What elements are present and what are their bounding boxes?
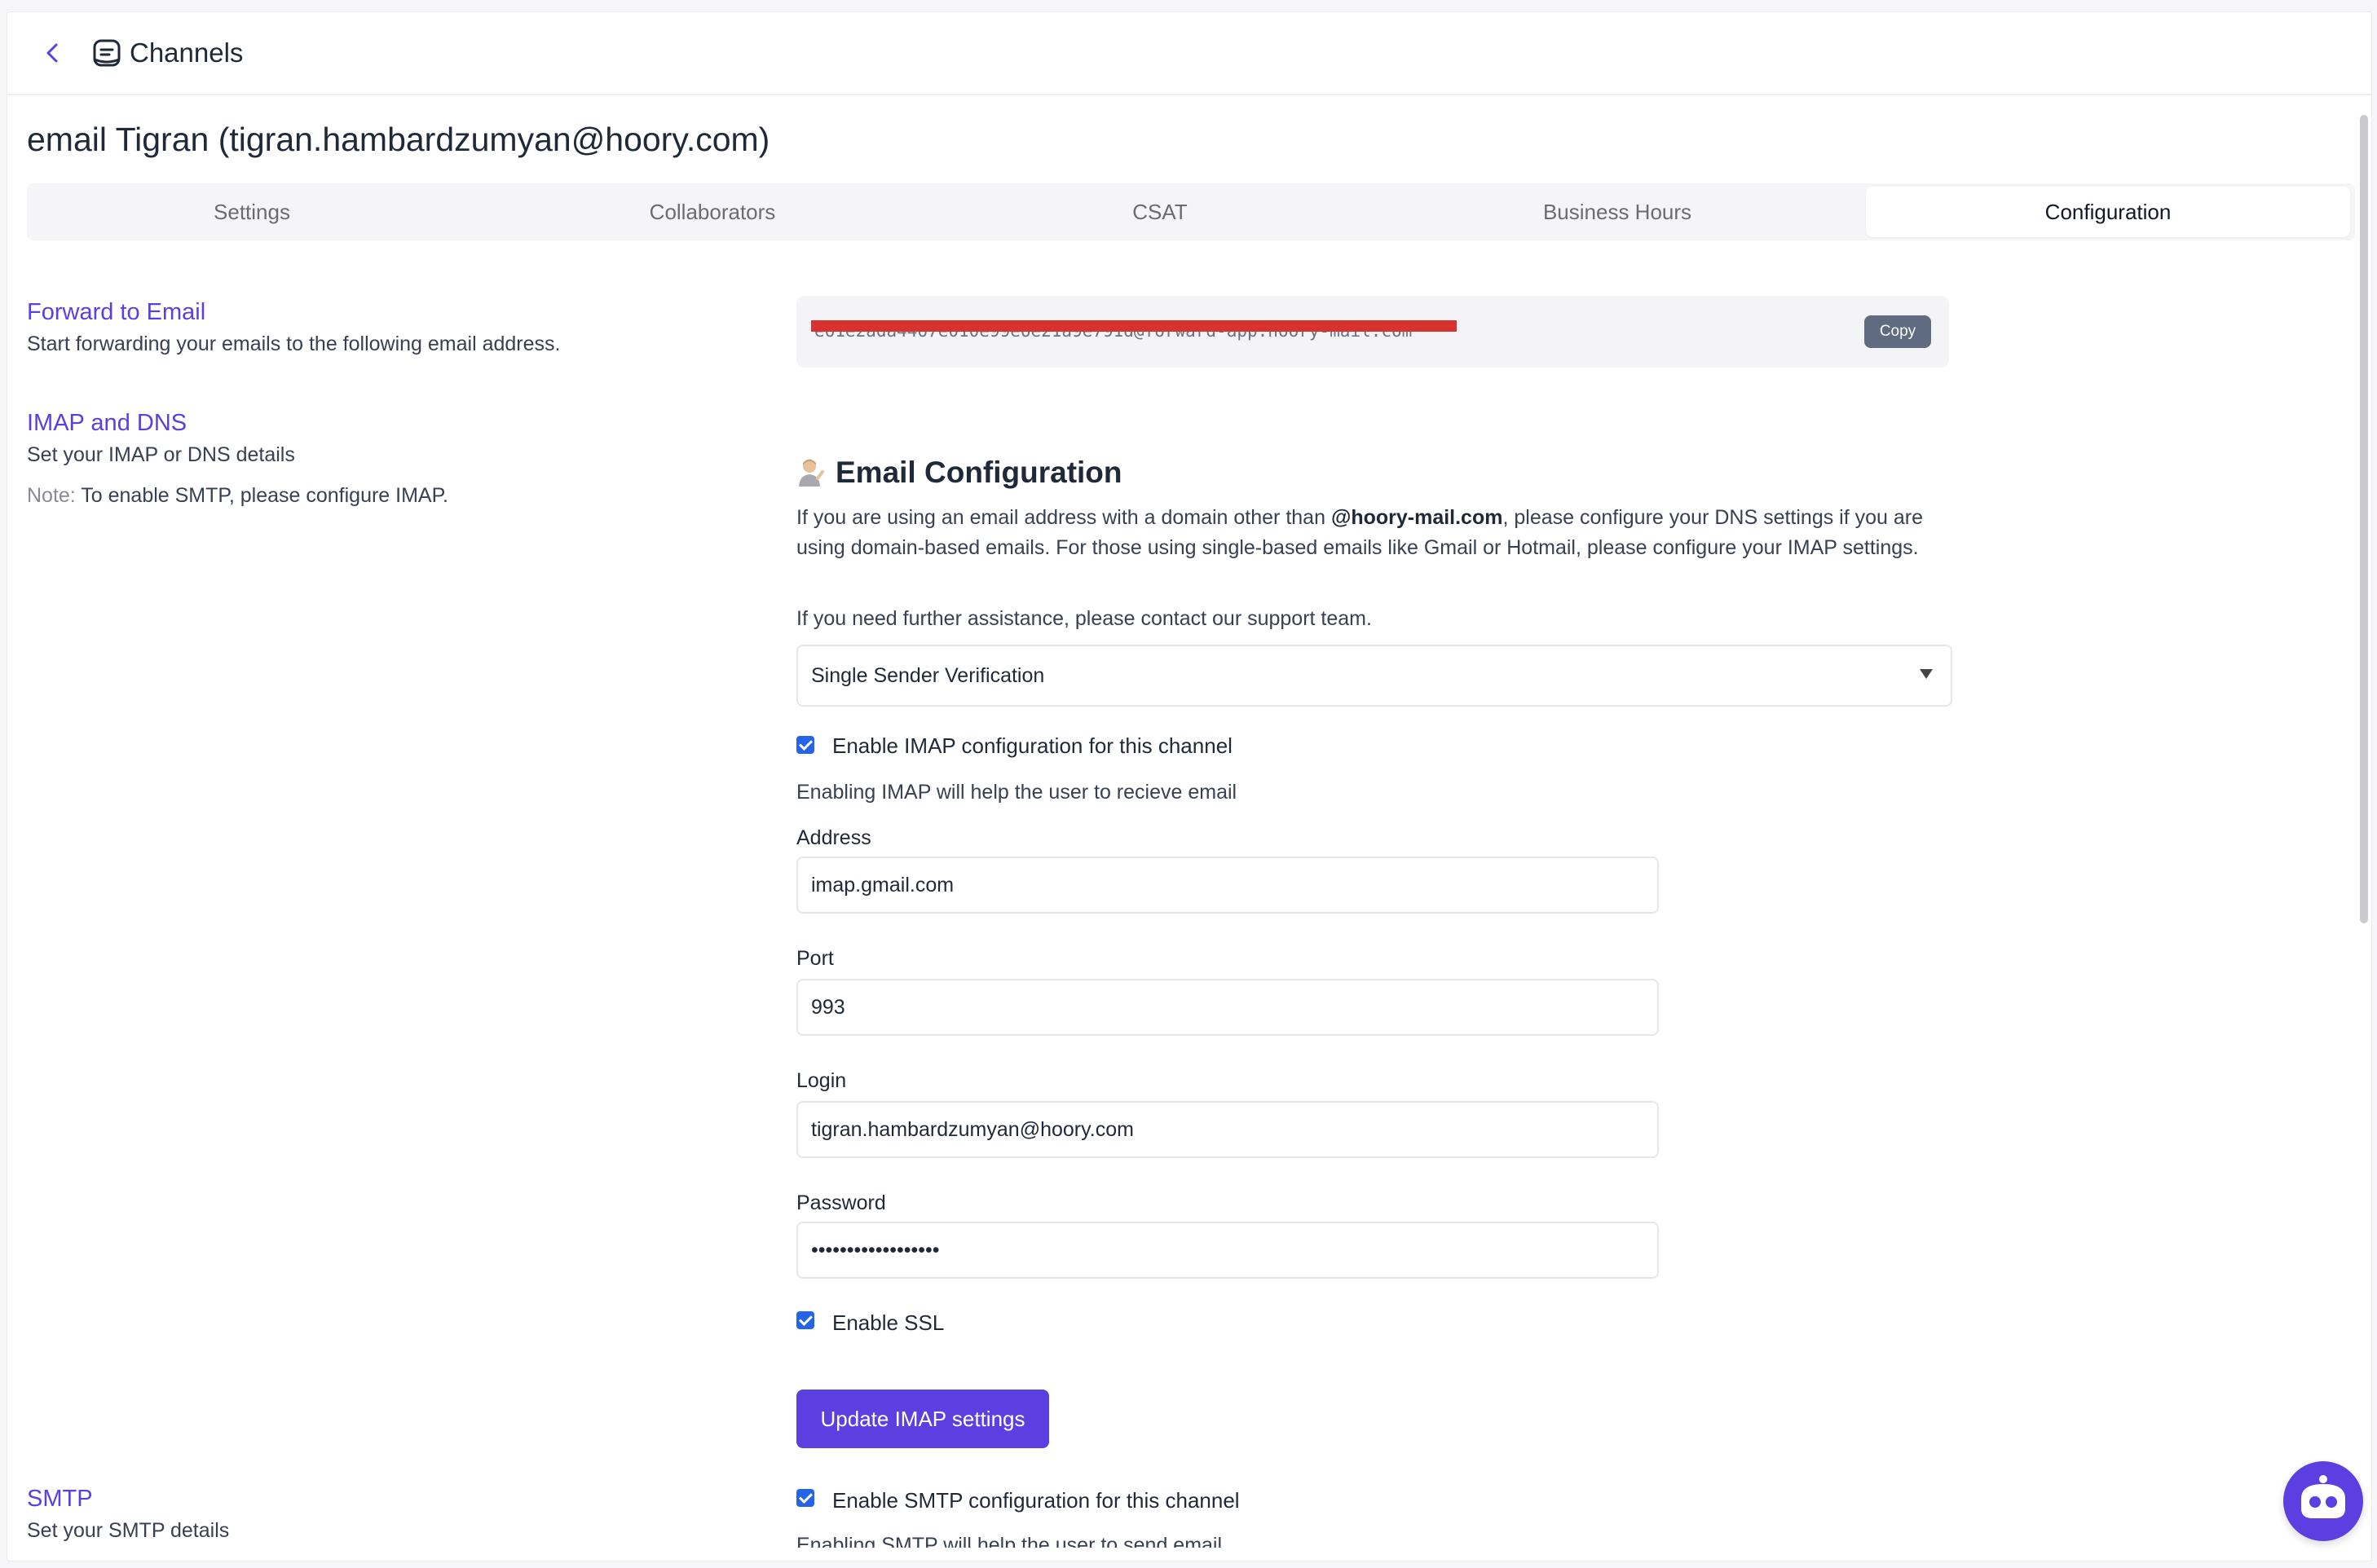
- enable-imap-label: Enable IMAP configuration for this chann…: [832, 733, 1233, 758]
- smtp-section-title: SMTP: [27, 1486, 93, 1512]
- redaction-mark: [811, 320, 1457, 332]
- enable-imap-helper: Enabling IMAP will help the user to reci…: [796, 781, 1237, 804]
- email-configuration-title: Email Configuration: [836, 456, 1122, 489]
- caret-down-icon: [1920, 669, 1933, 679]
- para-domain-bold: @hoory-mail.com: [1330, 506, 1503, 529]
- note-label: Note:: [27, 484, 76, 507]
- note-text: To enable SMTP, please configure IMAP.: [75, 484, 448, 507]
- person-tipping-hand-icon: [799, 459, 824, 487]
- tab-business-hours[interactable]: Business Hours: [1372, 183, 1863, 240]
- imap-note: Note: To enable SMTP, please configure I…: [27, 482, 448, 509]
- forward-section-title: Forward to Email: [27, 299, 206, 325]
- bot-icon: [2301, 1475, 2345, 1518]
- email-config-paragraph: If you are using an email address with a…: [796, 503, 1954, 563]
- enable-smtp-checkbox[interactable]: [796, 1489, 814, 1507]
- smtp-section-desc: Set your SMTP details: [27, 1519, 230, 1542]
- forward-section-desc: Start forwarding your emails to the foll…: [27, 333, 561, 355]
- para-text-before: If you are using an email address with a…: [796, 506, 1331, 529]
- imap-section-title: IMAP and DNS: [27, 410, 187, 436]
- enable-smtp-helper-clip: Enabling SMTP will help the user to send…: [796, 1531, 1286, 1548]
- password-label: Password: [796, 1191, 886, 1214]
- channels-icon: [93, 39, 121, 67]
- app-frame: Channels email Tigran (tigran.hambardzum…: [7, 11, 2372, 1561]
- password-input[interactable]: [796, 1222, 1659, 1279]
- port-input[interactable]: [796, 979, 1659, 1036]
- imap-section-desc: Set your IMAP or DNS details: [27, 443, 295, 466]
- page-title: email Tigran (tigran.hambardzumyan@hoory…: [27, 121, 770, 158]
- chevron-left-icon[interactable]: [37, 37, 69, 69]
- enable-smtp-helper: Enabling SMTP will help the user to send…: [796, 1534, 1223, 1548]
- select-value: Single Sender Verification: [811, 664, 1045, 687]
- scrollbar-thumb[interactable]: [2360, 115, 2368, 923]
- tab-collaborators[interactable]: Collaborators: [477, 183, 948, 240]
- port-label: Port: [796, 947, 834, 970]
- tab-csat[interactable]: CSAT: [948, 183, 1372, 240]
- copy-button[interactable]: Copy: [1864, 315, 1931, 348]
- update-imap-button[interactable]: Update IMAP settings: [796, 1390, 1049, 1448]
- support-paragraph: If you need further assistance, please c…: [796, 607, 1372, 630]
- tab-configuration[interactable]: Configuration: [1866, 187, 2350, 237]
- verification-type-select[interactable]: Single Sender Verification: [796, 645, 1952, 707]
- enable-smtp-label: Enable SMTP configuration for this chann…: [832, 1488, 1240, 1513]
- enable-ssl-checkbox[interactable]: [796, 1311, 814, 1329]
- address-input[interactable]: [796, 857, 1659, 914]
- top-bar: Channels: [7, 12, 2371, 95]
- support-bot-button[interactable]: [2283, 1461, 2363, 1541]
- address-label: Address: [796, 826, 871, 849]
- tab-settings[interactable]: Settings: [27, 183, 477, 240]
- enable-imap-checkbox[interactable]: [796, 736, 814, 754]
- forward-email-box: e61e2ada4467e010e99e6e21a9e791d@forward-…: [796, 296, 1949, 368]
- breadcrumb-title: Channels: [130, 37, 244, 68]
- login-label: Login: [796, 1069, 847, 1092]
- email-configuration-heading: Email Configuration: [796, 452, 1122, 493]
- login-input[interactable]: [796, 1101, 1659, 1158]
- tab-bar: Settings Collaborators CSAT Business Hou…: [27, 183, 2355, 240]
- enable-ssl-label: Enable SSL: [832, 1310, 945, 1335]
